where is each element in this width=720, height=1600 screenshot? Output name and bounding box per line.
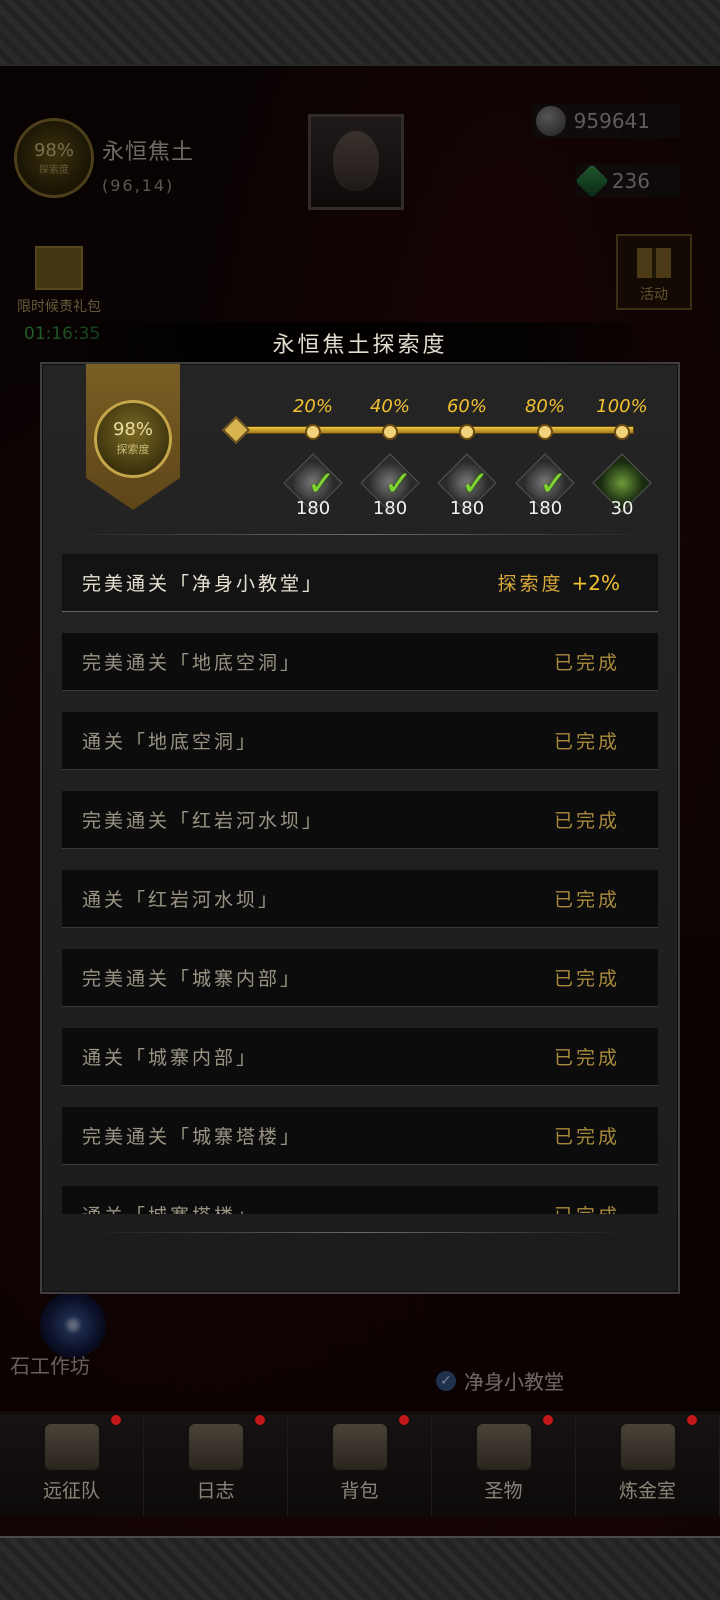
milestone-node: [459, 424, 475, 440]
task-status: 探索度 +2%: [497, 569, 620, 596]
task-name: 通关「红岩河水坝」: [82, 889, 281, 911]
task-status: 已完成: [553, 810, 620, 832]
task-status: 已完成: [553, 1047, 620, 1069]
task-row[interactable]: 通关「城寨塔楼」 已完成: [62, 1186, 658, 1214]
task-name: 通关「地底空洞」: [82, 731, 259, 753]
task-bonus: +2%: [571, 571, 621, 595]
notification-dot: [399, 1415, 409, 1425]
task-name: 完美通关「红岩河水坝」: [82, 810, 325, 832]
milestone-percent: 20%: [292, 396, 333, 417]
milestone-percent: 80%: [524, 396, 565, 417]
exploration-label: 探索度: [116, 443, 150, 456]
task-row[interactable]: 通关「红岩河水坝」 已完成: [62, 870, 658, 928]
milestone-reward-qty: 30: [610, 498, 634, 519]
nav-relics[interactable]: 圣物: [432, 1413, 576, 1517]
task-row[interactable]: 通关「城寨内部」 已完成: [62, 1028, 658, 1086]
bottom-frame: [0, 1536, 720, 1600]
notification-dot: [255, 1415, 265, 1425]
task-status-text: 探索度: [497, 573, 564, 595]
task-status: 已完成: [553, 731, 620, 753]
task-row[interactable]: 完美通关「城寨内部」 已完成: [62, 949, 658, 1007]
task-name: 完美通关「净身小教堂」: [82, 573, 325, 595]
milestone-node: [382, 424, 398, 440]
bottom-nav: 远征队 日志 背包 圣物 炼金室: [0, 1412, 720, 1517]
milestone-100[interactable]: 100% 30: [582, 364, 662, 519]
notification-dot: [687, 1415, 697, 1425]
task-status: 已完成: [553, 1126, 620, 1148]
milestone-reward-qty: 180: [527, 498, 563, 519]
milestone-reward-qty: 180: [295, 498, 331, 519]
nav-alchemy[interactable]: 炼金室: [576, 1413, 720, 1517]
milestone-node: [537, 424, 553, 440]
task-row[interactable]: 完美通关「红岩河水坝」 已完成: [62, 791, 658, 849]
nav-backpack[interactable]: 背包: [288, 1413, 432, 1517]
milestone-60[interactable]: 60% ✓ 180: [427, 364, 507, 519]
modal-title: 永恒焦土探索度: [272, 333, 448, 358]
track-start-icon: [221, 415, 251, 445]
milestone-percent: 40%: [369, 396, 410, 417]
nav-label: 炼金室: [618, 1480, 676, 1502]
milestone-percent: 60%: [446, 396, 487, 417]
task-name: 完美通关「地底空洞」: [82, 652, 303, 674]
exploration-percent: 98%: [112, 419, 153, 440]
task-list[interactable]: 完美通关「净身小教堂」 探索度 +2% 完美通关「地底空洞」 已完成 通关「地底空…: [62, 554, 658, 1214]
task-name: 完美通关「城寨塔楼」: [82, 1126, 303, 1148]
top-frame: [0, 0, 720, 66]
nav-journal[interactable]: 日志: [144, 1413, 288, 1517]
task-row[interactable]: 通关「地底空洞」 已完成: [62, 712, 658, 770]
helmet-icon: [44, 1424, 99, 1470]
task-row[interactable]: 完美通关「净身小教堂」 探索度 +2%: [62, 554, 658, 612]
exploration-panel: 98% 探索度 20% ✓ 180 40% ✓ 180 60% ✓ 180 80…: [40, 362, 680, 1294]
nav-label: 日志: [196, 1480, 235, 1502]
task-name: 通关「城寨塔楼」: [82, 1201, 258, 1214]
milestone-reward-qty: 180: [449, 498, 485, 519]
milestone-node: [305, 424, 321, 440]
task-row[interactable]: 完美通关「地底空洞」 已完成: [62, 633, 658, 691]
section-divider: [92, 1232, 628, 1233]
task-name: 完美通关「城寨内部」: [82, 968, 303, 990]
chalice-icon: [476, 1424, 531, 1470]
modal-title-bar: 永恒焦土探索度: [40, 322, 680, 364]
notification-dot: [543, 1415, 553, 1425]
exploration-medal: 98% 探索度: [94, 400, 172, 478]
task-status: 已完成: [553, 968, 620, 990]
task-status: 已完成: [554, 1201, 620, 1214]
nav-label: 背包: [340, 1480, 379, 1502]
milestone-80[interactable]: 80% ✓ 180: [505, 364, 585, 519]
task-name: 通关「城寨内部」: [82, 1047, 259, 1069]
task-status: 已完成: [553, 652, 620, 674]
milestone-node: [614, 424, 630, 440]
task-status: 已完成: [553, 889, 620, 911]
backpack-icon: [332, 1424, 387, 1470]
section-divider: [62, 534, 658, 535]
task-row[interactable]: 完美通关「城寨塔楼」 已完成: [62, 1107, 658, 1165]
milestone-20[interactable]: 20% ✓ 180: [273, 364, 353, 519]
milestone-reward-qty: 180: [372, 498, 408, 519]
milestone-percent: 100%: [596, 396, 648, 417]
milestone-40[interactable]: 40% ✓ 180: [350, 364, 430, 519]
map-icon: [188, 1424, 243, 1470]
nav-expedition[interactable]: 远征队: [0, 1413, 144, 1517]
nav-label: 圣物: [484, 1480, 523, 1502]
notification-dot: [111, 1415, 121, 1425]
alchemy-icon: [620, 1424, 675, 1470]
nav-label: 远征队: [42, 1480, 100, 1502]
